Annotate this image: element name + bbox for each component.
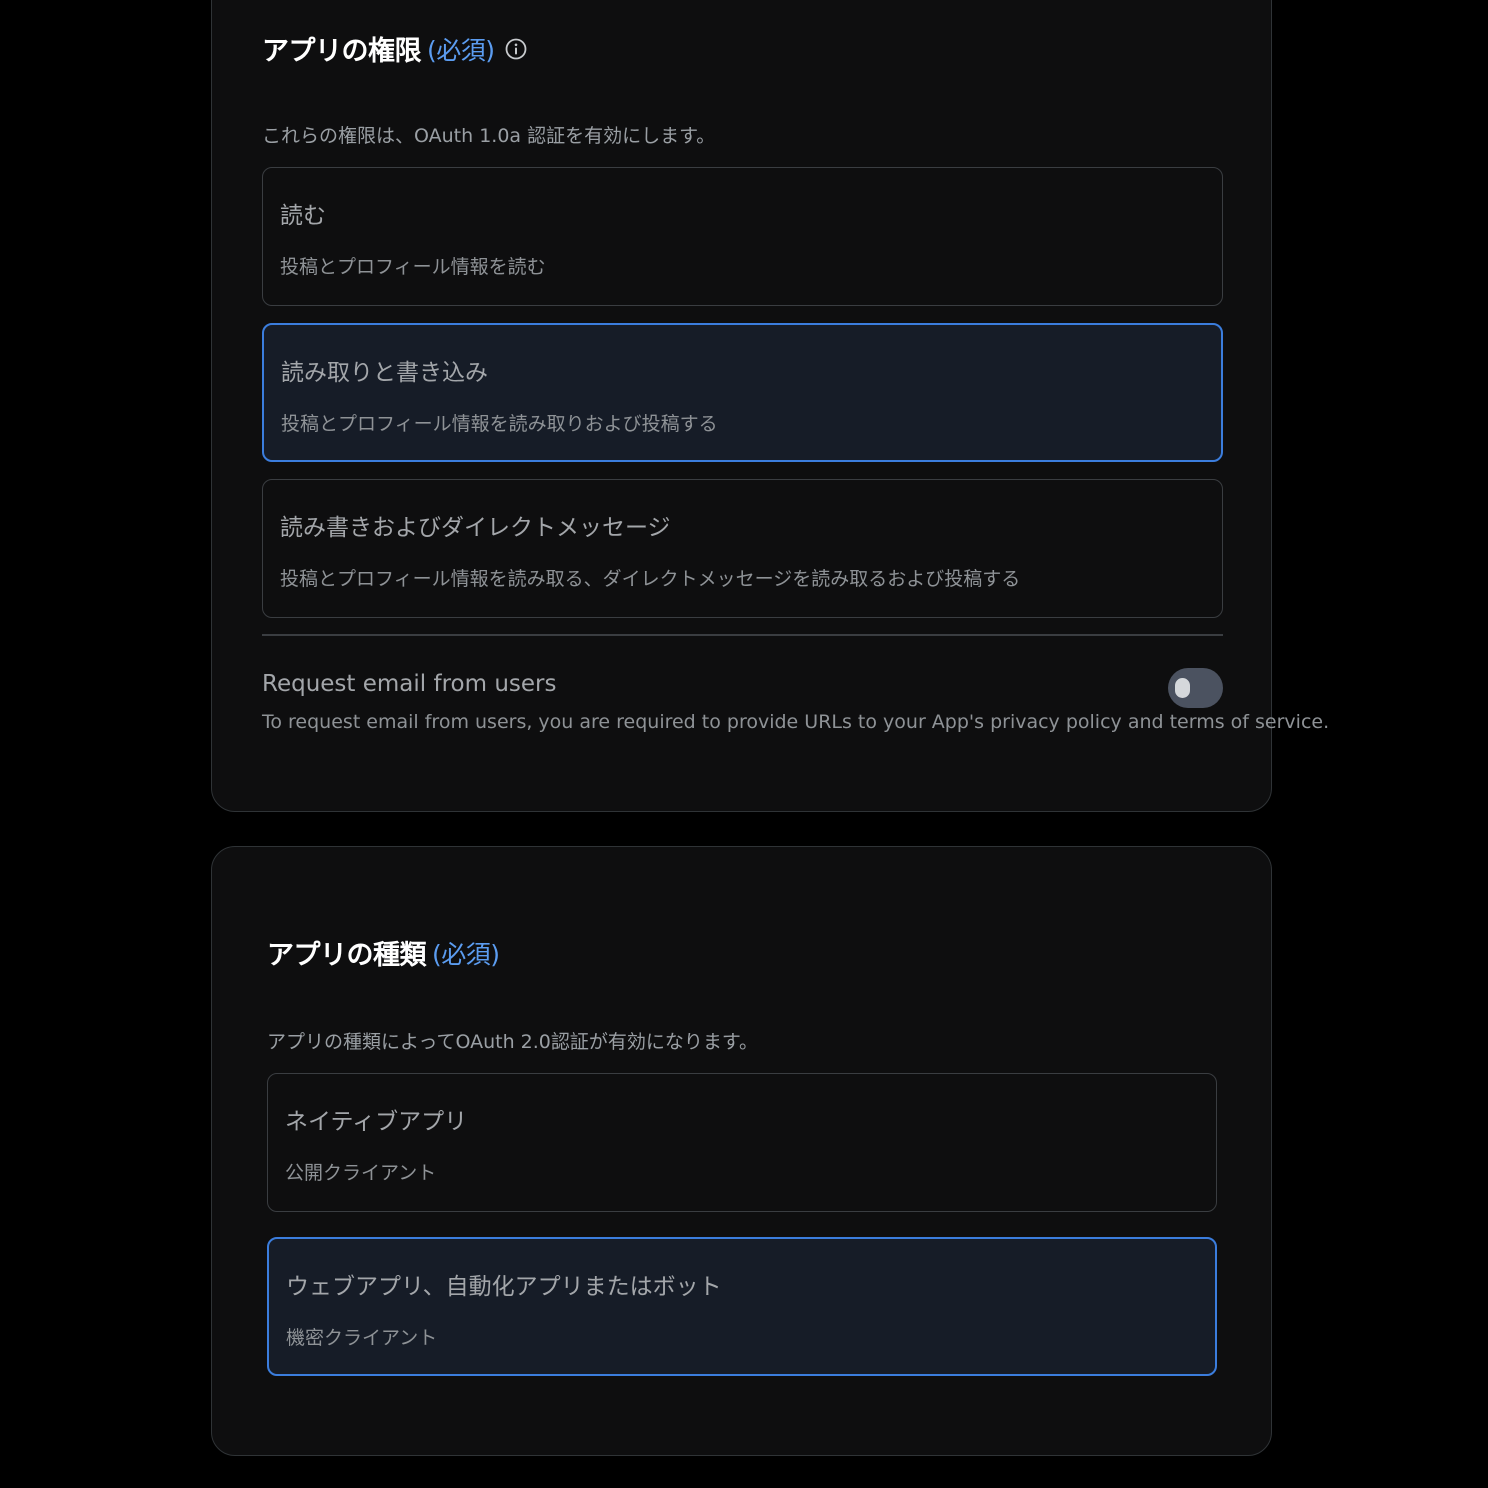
option-title: 読み書きおよびダイレクトメッセージ <box>280 515 671 541</box>
required-label: (必須) <box>427 35 495 65</box>
app-type-title: アプリの種類 <box>267 940 427 971</box>
app-type-description: アプリの種類によってOAuth 2.0認証が有効になります。 <box>267 1031 758 1053</box>
option-title: ネイティブアプリ <box>285 1109 468 1135</box>
permissions-title: アプリの権限 <box>262 36 422 67</box>
permissions-panel: アプリの権限 (必須) これらの権限は、OAuth 1.0a 認証を有効にします… <box>211 0 1329 812</box>
option-subtitle: 公開クライアント <box>285 1162 437 1184</box>
permission-option-read-write[interactable]: 読み取りと書き込み 投稿とプロフィール情報を読み取りおよび投稿する <box>262 323 1223 462</box>
app-type-option-native[interactable]: ネイティブアプリ 公開クライアント <box>267 1073 1217 1212</box>
option-subtitle: 投稿とプロフィール情報を読み取る、ダイレクトメッセージを読み取るおよび投稿する <box>280 568 1021 590</box>
app-type-panel: アプリの種類 (必須) アプリの種類によってOAuth 2.0認証が有効になりま… <box>211 846 1272 1456</box>
option-subtitle: 投稿とプロフィール情報を読む <box>280 256 546 278</box>
required-label: (必須) <box>432 939 500 969</box>
option-title: ウェブアプリ、自動化アプリまたはボット <box>286 1274 722 1300</box>
request-email-title: Request email from users <box>262 671 557 697</box>
permissions-heading: アプリの権限 (必須) <box>262 29 527 68</box>
permission-option-read-write-dm[interactable]: 読み書きおよびダイレクトメッセージ 投稿とプロフィール情報を読み取る、ダイレクト… <box>262 479 1223 618</box>
info-icon[interactable] <box>505 38 527 60</box>
permissions-description: これらの権限は、OAuth 1.0a 認証を有効にします。 <box>262 125 716 147</box>
permission-option-read[interactable]: 読む 投稿とプロフィール情報を読む <box>262 167 1223 306</box>
option-subtitle: 機密クライアント <box>286 1327 438 1349</box>
option-title: 読み取りと書き込み <box>281 360 488 386</box>
request-email-toggle[interactable] <box>1168 668 1223 708</box>
app-type-heading: アプリの種類 (必須) <box>267 933 500 972</box>
app-type-option-web[interactable]: ウェブアプリ、自動化アプリまたはボット 機密クライアント <box>267 1237 1217 1376</box>
option-title: 読む <box>280 203 326 229</box>
option-subtitle: 投稿とプロフィール情報を読み取りおよび投稿する <box>281 413 718 435</box>
toggle-knob <box>1175 678 1190 698</box>
request-email-description: To request email from users, you are req… <box>262 711 1330 733</box>
divider <box>262 634 1223 636</box>
